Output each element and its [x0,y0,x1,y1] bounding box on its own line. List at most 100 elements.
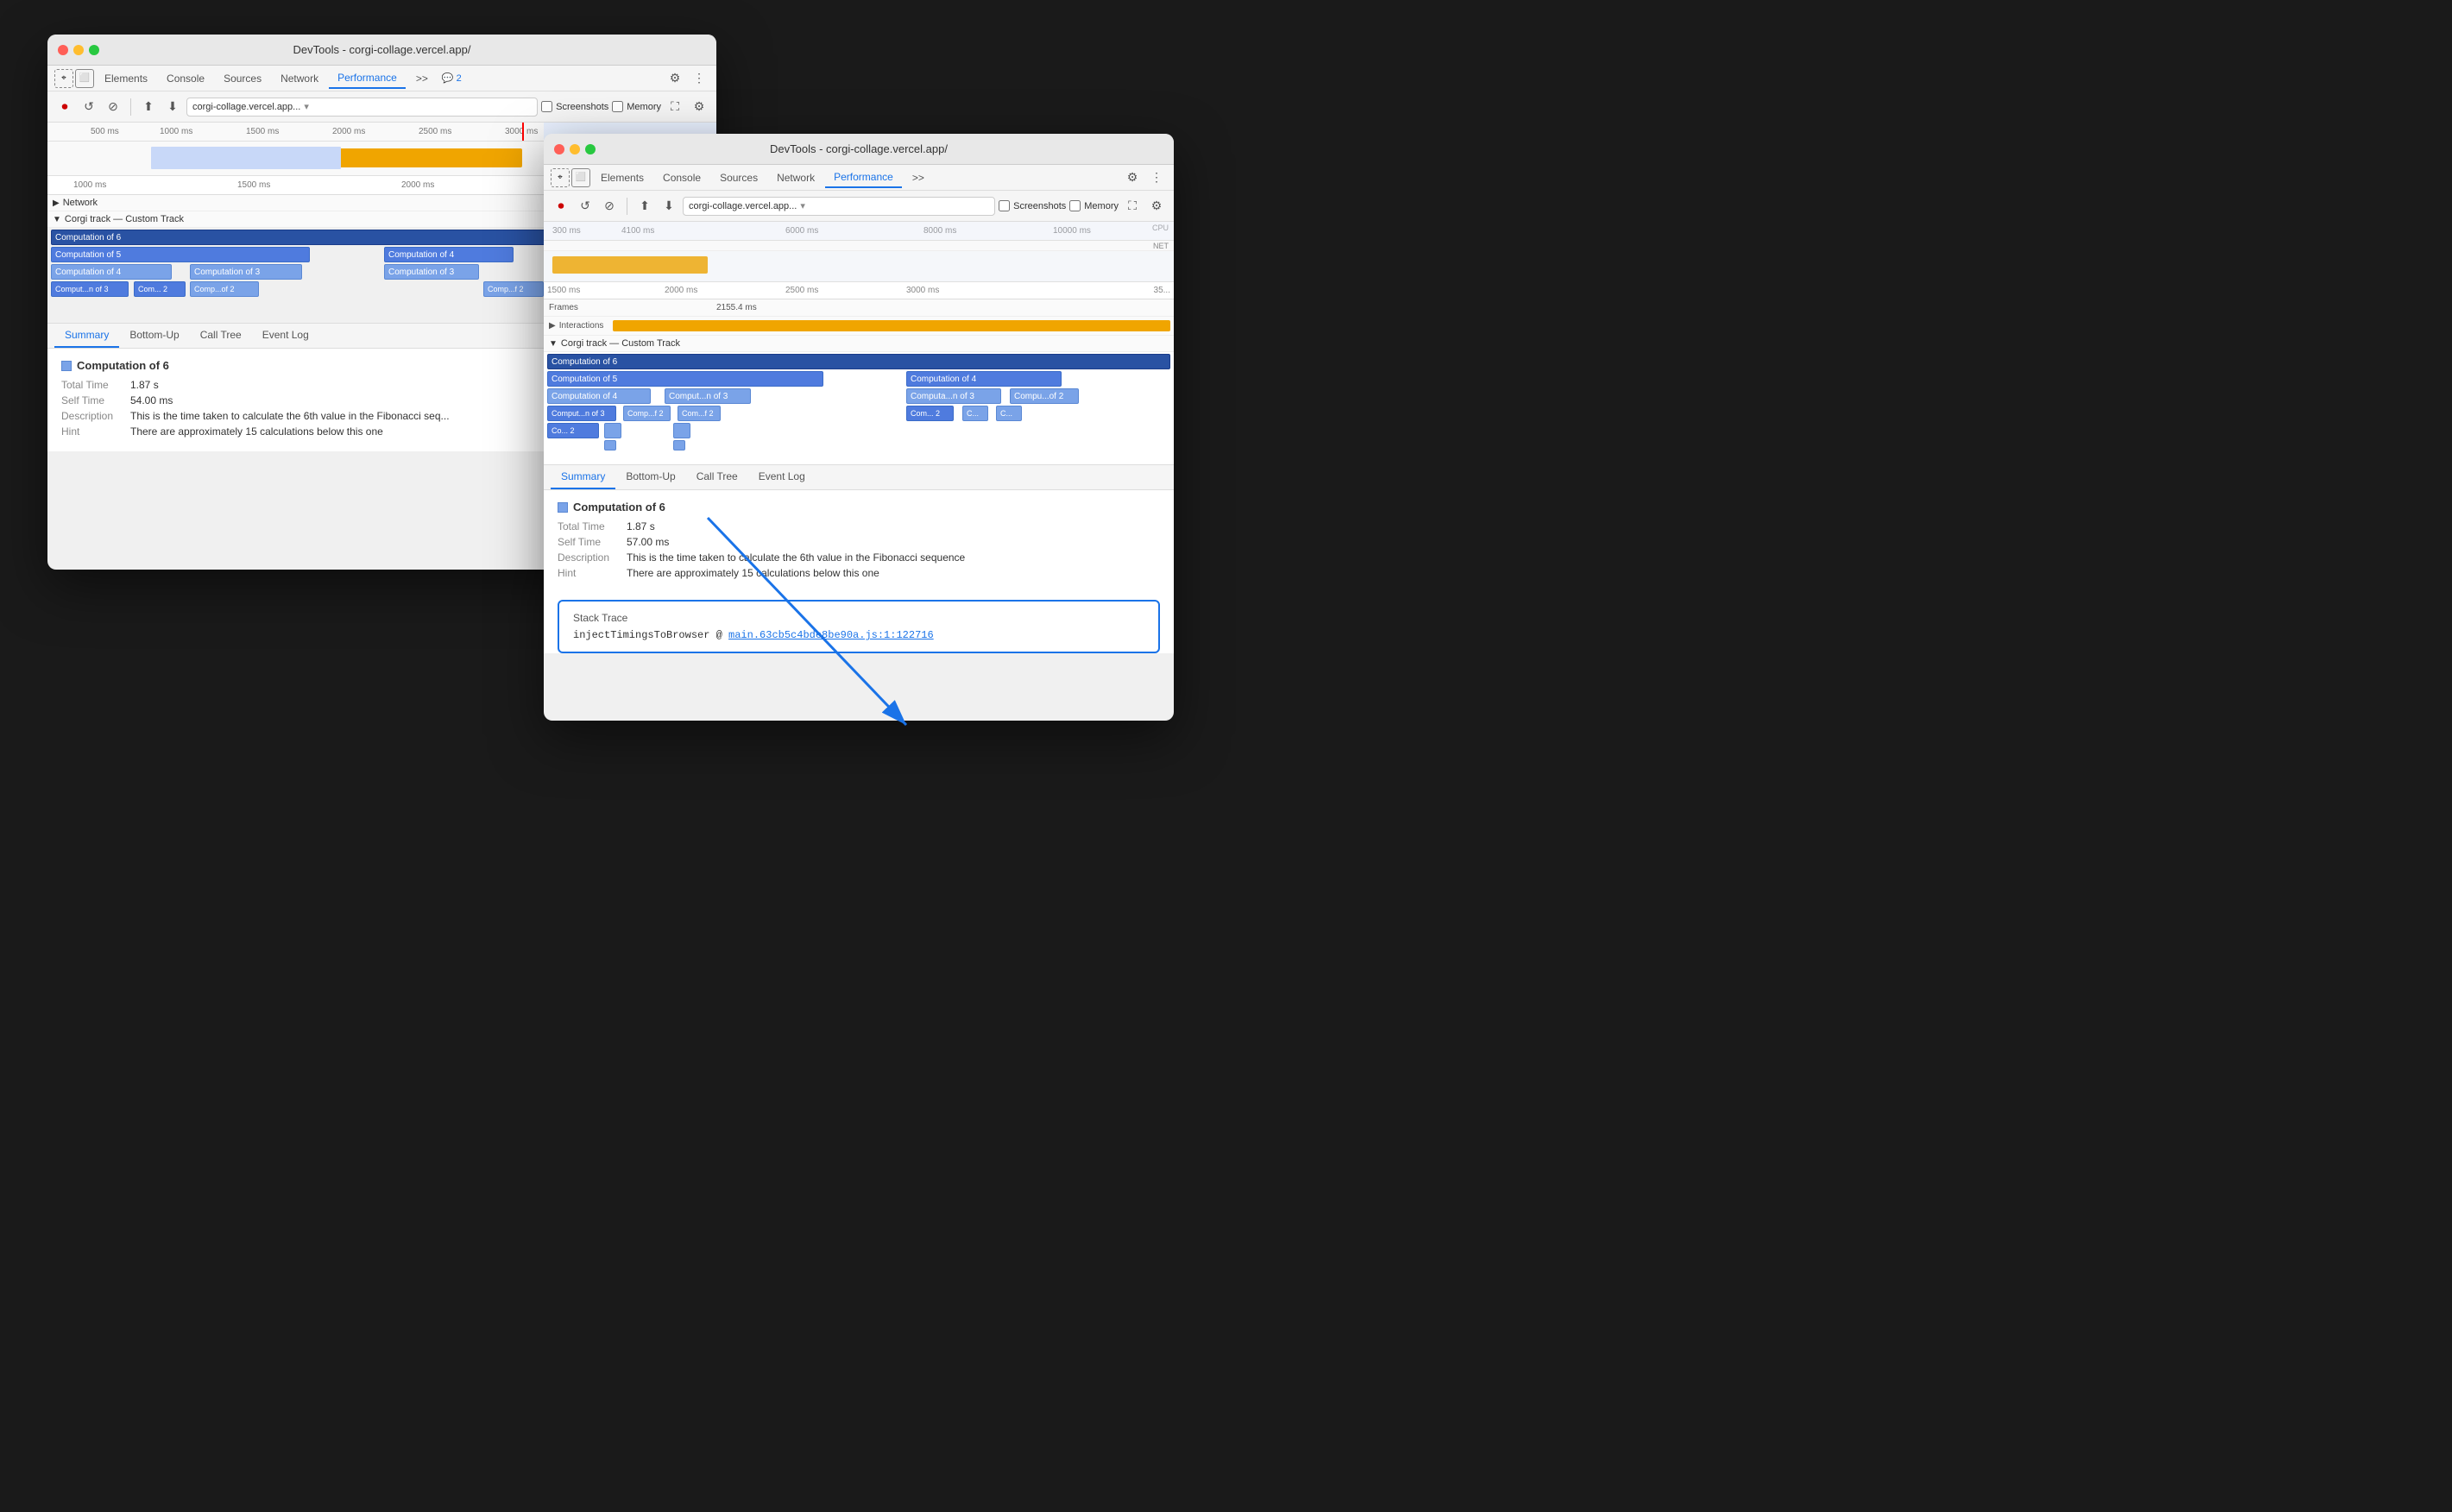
more-icon-2[interactable]: ⋮ [1146,167,1167,188]
screenshot-icon-2[interactable]: ⛶ [1122,196,1143,217]
comp-bar-4-r[interactable]: Computation of 4 [384,247,514,262]
screenshots-toggle-1[interactable]: Screenshots [541,101,608,112]
comp-bar-2-w2-l3c[interactable]: Com...f 2 [678,406,721,421]
settings-icon-1[interactable]: ⚙ [665,68,685,89]
comp-bar-4-w2-r[interactable]: Computation of 4 [906,371,1062,387]
reload-icon[interactable]: ↺ [79,97,99,117]
reload-icon-2[interactable]: ↺ [575,196,596,217]
tick-500: 500 ms [91,127,119,136]
memory-toggle-1[interactable]: Memory [612,101,661,112]
dropdown-arrow-2[interactable]: ▾ [800,200,805,211]
comp-bar-2-l3d[interactable]: Comp...f 2 [483,281,544,297]
inspect-icon[interactable]: ⬜ [75,69,94,88]
comp-bar-6-w2-l0[interactable]: Computation of 6 [547,354,1170,369]
screenshots-checkbox-1[interactable] [541,101,552,112]
comp-bar-3n-w2-l2[interactable]: Comput...n of 3 [665,388,751,404]
settings-icon-2[interactable]: ⚙ [1122,167,1143,188]
tab-summary-2[interactable]: Summary [551,465,615,489]
tab-more-1[interactable]: >> [407,69,437,88]
cursor-icon[interactable]: ⌖ [54,69,73,88]
tab-summary-1[interactable]: Summary [54,324,119,348]
comp-bar-5-w2[interactable]: Computation of 5 [547,371,823,387]
corgi-track-header-2[interactable]: ▼ Corgi track — Custom Track [544,336,1174,352]
screenshots-toggle-2[interactable]: Screenshots [999,200,1066,211]
net-label-row: NET [544,241,1174,251]
comp-bar-4-l2[interactable]: Computation of 4 [51,264,172,280]
screenshots-checkbox-2[interactable] [999,200,1010,211]
tab-performance-1[interactable]: Performance [329,68,406,89]
frames-label: Frames [549,303,578,312]
comp-bar-xs2[interactable] [673,440,685,450]
tab-more-2[interactable]: >> [904,168,933,187]
comp-bar-co-w2-l4[interactable]: Co... 2 [547,423,599,438]
maximize-button-1[interactable] [89,45,99,55]
close-button-1[interactable] [58,45,68,55]
frames-value: 2155.4 ms [716,303,757,312]
tab-bottomup-1[interactable]: Bottom-Up [119,324,189,348]
comp-bar-s2-w2-l4[interactable] [673,423,690,438]
record-icon[interactable]: ⏺ [54,97,75,117]
comp-bar-3a-w2-l2[interactable]: Computа...n of 3 [906,388,1001,404]
memory-toggle-2[interactable]: Memory [1069,200,1119,211]
total-time-label-1: Total Time [61,379,130,391]
tick2-1000: 1000 ms [73,180,106,190]
tab-eventlog-2[interactable]: Event Log [748,465,816,489]
memory-checkbox-2[interactable] [1069,200,1081,211]
clear-icon-2[interactable]: ⊘ [599,196,620,217]
cursor-icon-2[interactable]: ⌖ [551,168,570,187]
address-text-1: corgi-collage.vercel.app... [192,102,300,112]
download-icon-2[interactable]: ⬇ [659,196,679,217]
comp-bar-c-w2-l3f[interactable]: C... [996,406,1022,421]
tab-calltree-1[interactable]: Call Tree [190,324,252,348]
tab-calltree-2[interactable]: Call Tree [686,465,748,489]
upload-icon[interactable]: ⬆ [138,97,159,117]
comp-bar-3-r-l2[interactable]: Computation of 3 [384,264,479,280]
comp-bar-3-l3a[interactable]: Comput...n of 3 [51,281,129,297]
memory-checkbox-1[interactable] [612,101,623,112]
close-button-2[interactable] [554,144,564,154]
minimize-button-1[interactable] [73,45,84,55]
comp-bar-6-l0[interactable]: Computation of 6 [51,230,552,245]
settings-gear-2[interactable]: ⚙ [1146,196,1167,217]
more-icon-1[interactable]: ⋮ [689,68,709,89]
comp-bar-3-l2[interactable]: Computation of 3 [190,264,302,280]
settings-gear-1[interactable]: ⚙ [689,97,709,117]
tab-console-1[interactable]: Console [158,69,213,88]
maximize-button-2[interactable] [585,144,596,154]
tab-elements-1[interactable]: Elements [96,69,156,88]
comp-bar-s1-w2-l4[interactable] [604,423,621,438]
record-icon-2[interactable]: ⏺ [551,196,571,217]
tab-sources-1[interactable]: Sources [215,69,270,88]
clear-icon[interactable]: ⊘ [103,97,123,117]
window-title-2: DevTools - corgi-collage.vercel.app/ [770,142,948,155]
screenshot-icon[interactable]: ⛶ [665,97,685,117]
minimize-button-2[interactable] [570,144,580,154]
stack-trace-link[interactable]: main.63cb5c4bde8be90a.js:1:122716 [728,629,934,641]
download-icon[interactable]: ⬇ [162,97,183,117]
tab-performance-2[interactable]: Performance [825,167,902,188]
tab-console-2[interactable]: Console [654,168,709,187]
address-bar-1[interactable]: corgi-collage.vercel.app... ▾ [186,98,538,117]
tab-sources-2[interactable]: Sources [711,168,766,187]
comp-bar-xs1[interactable] [604,440,616,450]
tab-network-1[interactable]: Network [272,69,327,88]
dropdown-arrow-1[interactable]: ▾ [304,101,309,112]
tab-elements-2[interactable]: Elements [592,168,652,187]
comp-bar-2-w2-l3b[interactable]: Comp...f 2 [623,406,671,421]
comp-bar-4-w2-l2[interactable]: Computation of 4 [547,388,651,404]
comp-bar-2-l3b[interactable]: Com... 2 [134,281,186,297]
tab-bar-2: ⌖ ⬜ Elements Console Sources Network Per… [544,165,1174,191]
address-bar-2[interactable]: corgi-collage.vercel.app... ▾ [683,197,995,216]
upload-icon-2[interactable]: ⬆ [634,196,655,217]
comp-bar-2-w2-l3d[interactable]: Com... 2 [906,406,954,421]
comp-bar-2-w2-l2[interactable]: Compu...of 2 [1010,388,1079,404]
inspect-icon-2[interactable]: ⬜ [571,168,590,187]
comp-bar-5[interactable]: Computation of 5 [51,247,310,262]
nav-selection-1[interactable] [151,147,341,169]
tab-eventlog-1[interactable]: Event Log [252,324,319,348]
tab-bottomup-2[interactable]: Bottom-Up [615,465,685,489]
comp-bar-3-w2-l3a[interactable]: Comput...n of 3 [547,406,616,421]
comp-bar-c-w2-l3e[interactable]: C... [962,406,988,421]
comp-bar-2-l3c[interactable]: Comp...of 2 [190,281,259,297]
tab-network-2[interactable]: Network [768,168,823,187]
